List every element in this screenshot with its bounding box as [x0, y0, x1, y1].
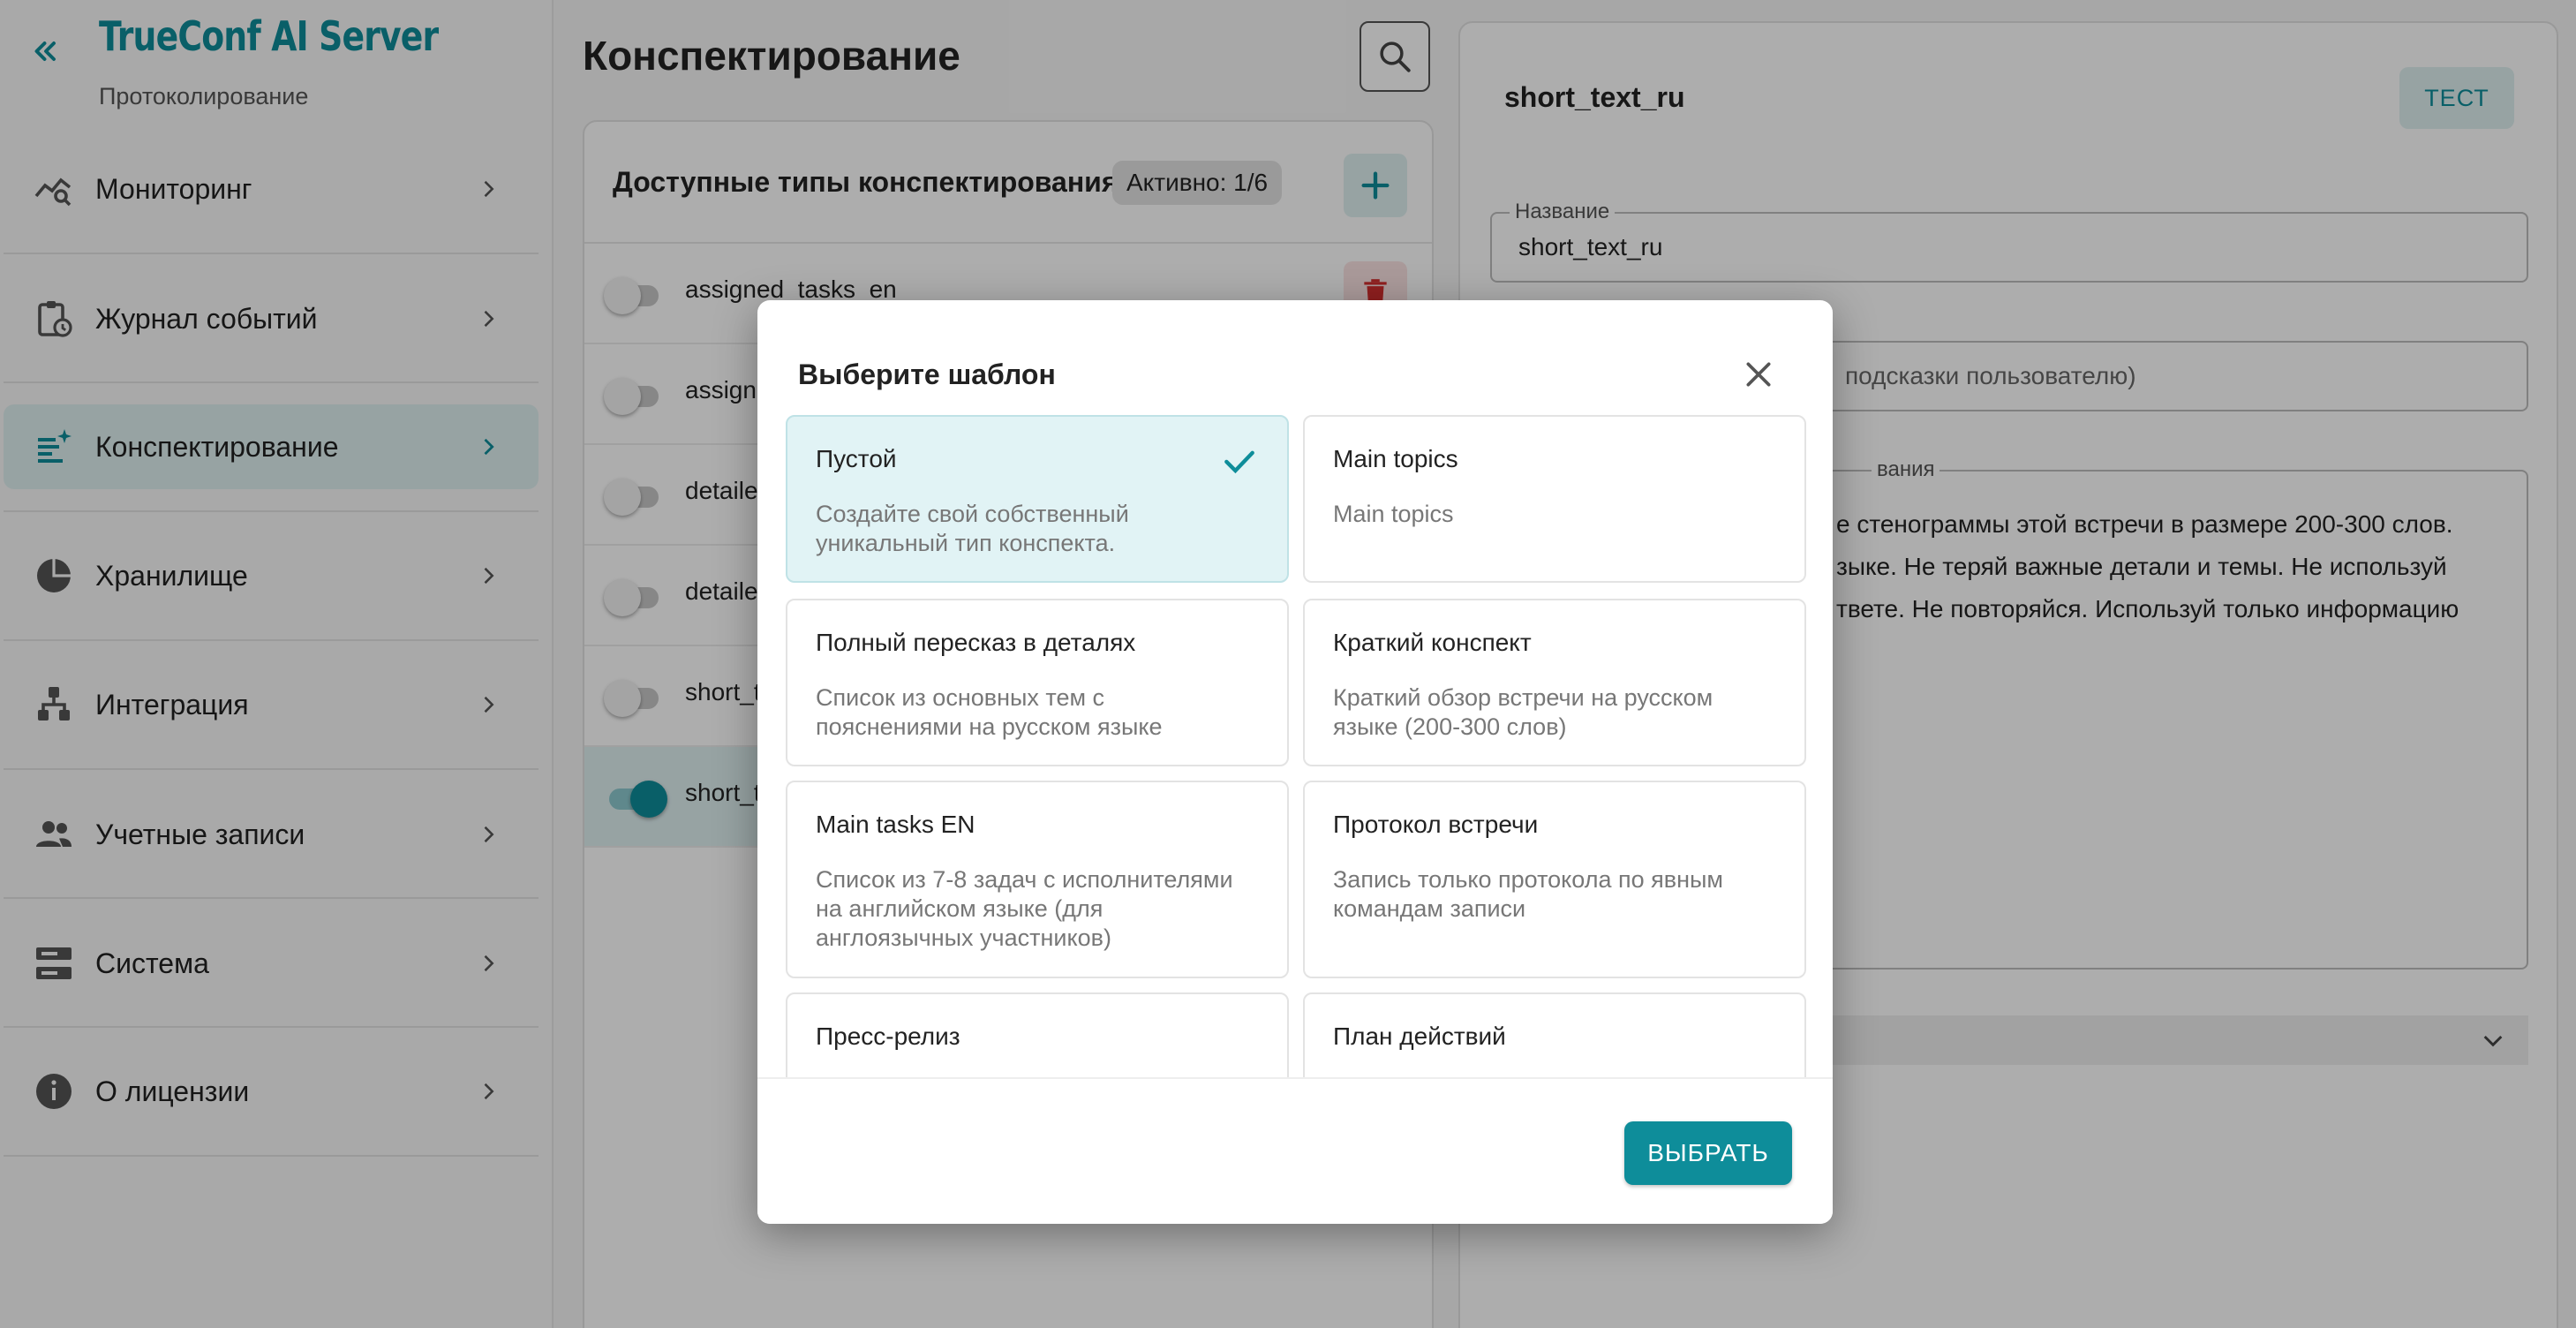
template-card-main-tasks-en[interactable]: Main tasks EN Список из 7-8 задач с испо…: [786, 781, 1289, 978]
template-card-short-summary[interactable]: Краткий конспект Краткий обзор встречи н…: [1303, 599, 1806, 766]
template-description: Main topics: [1333, 501, 1454, 527]
template-grid: Пустой Создайте свой собственный уникаль…: [757, 415, 1833, 1077]
select-button[interactable]: ВЫБРАТЬ: [1624, 1121, 1792, 1185]
template-title: Пресс-релиз: [816, 1022, 960, 1050]
template-description: Список из основных тем с пояснениями на …: [816, 684, 1163, 740]
template-title: План действий: [1333, 1022, 1506, 1050]
template-card-detailed-retelling[interactable]: Полный пересказ в деталях Список из осно…: [786, 599, 1289, 766]
template-title: Краткий конспект: [1333, 629, 1532, 656]
template-title: Пустой: [816, 445, 897, 472]
template-card-meeting-minutes[interactable]: Протокол встречи Запись только протокола…: [1303, 781, 1806, 978]
dialog-title: Выберите шаблон: [798, 358, 1056, 390]
template-card-press-release[interactable]: Пресс-релиз: [786, 992, 1289, 1077]
template-card-empty[interactable]: Пустой Создайте свой собственный уникаль…: [786, 415, 1289, 583]
template-description: Запись только протокола по явным команда…: [1333, 866, 1723, 922]
template-card-action-plan[interactable]: План действий: [1303, 992, 1806, 1077]
template-title: Протокол встречи: [1333, 811, 1539, 838]
close-button[interactable]: [1737, 353, 1780, 396]
dialog-footer: ВЫБРАТЬ: [757, 1077, 1833, 1224]
close-icon: [1746, 362, 1771, 387]
template-title: Main topics: [1333, 445, 1458, 472]
template-dialog: Выберите шаблон Пустой Создайте свой соб…: [757, 300, 1833, 1224]
template-description: Краткий обзор встречи на русском языке (…: [1333, 684, 1714, 740]
template-title: Полный пересказ в деталях: [816, 629, 1136, 656]
checkmark-icon: [1224, 450, 1254, 474]
template-description: Создайте свой собственный уникальный тип…: [816, 501, 1129, 556]
template-description: Список из 7-8 задач с исполнителями на а…: [816, 866, 1233, 951]
template-title: Main tasks EN: [816, 811, 975, 838]
template-card-main-topics[interactable]: Main topics Main topics: [1303, 415, 1806, 583]
